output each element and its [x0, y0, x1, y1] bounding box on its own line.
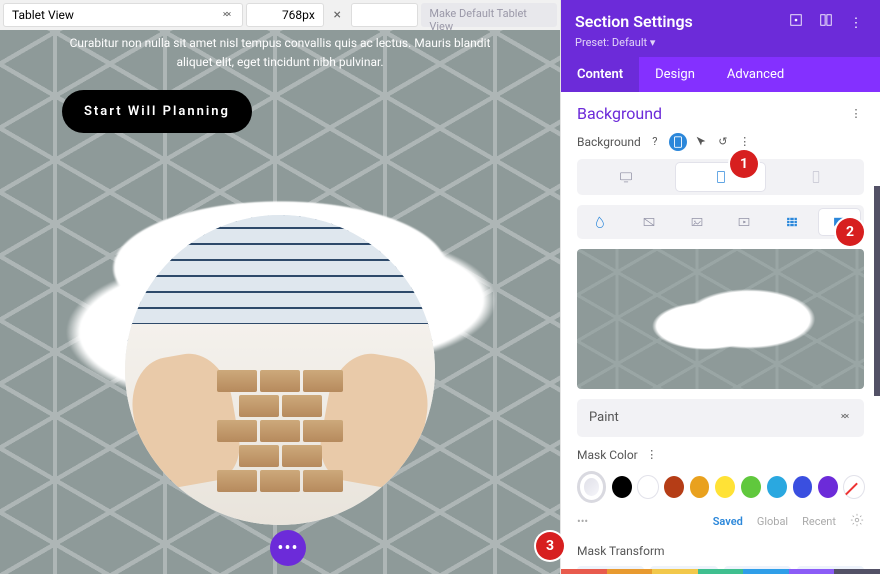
- swatch[interactable]: [818, 476, 838, 498]
- options-kebab-icon[interactable]: ⋮: [737, 134, 753, 150]
- panel-title: Section Settings: [575, 12, 693, 31]
- annotation-2: 2: [836, 218, 864, 246]
- make-default-button[interactable]: Make Default Tablet View: [421, 3, 557, 27]
- palette-gear-icon[interactable]: [850, 513, 864, 530]
- view-mode-select[interactable]: Tablet View: [3, 3, 243, 27]
- swatch[interactable]: [638, 476, 658, 498]
- annotation-1: 1: [730, 150, 758, 178]
- hero-image: [125, 215, 435, 525]
- mask-color-kebab-icon[interactable]: ⋮: [644, 447, 660, 463]
- chevron-down-icon: ▾: [650, 36, 656, 49]
- dimension-times-icon: ×: [324, 0, 351, 30]
- expand-icon[interactable]: [786, 10, 806, 30]
- canvas-topbar: Tablet View 768px × Make Default Tablet …: [0, 0, 560, 30]
- device-phone[interactable]: [771, 163, 860, 191]
- panel-bottom-colorstrip: [561, 569, 880, 574]
- background-label: Background: [577, 135, 641, 149]
- reset-icon[interactable]: ↺: [715, 134, 731, 150]
- background-type-segment: [577, 205, 864, 239]
- bg-type-pattern[interactable]: [771, 209, 813, 235]
- annotation-3: 3: [536, 532, 564, 560]
- palette-recent[interactable]: Recent: [802, 515, 836, 528]
- viewport-height-input[interactable]: [351, 3, 419, 27]
- hero-paragraph: Curabitur non nulla sit amet nisl tempus…: [60, 34, 500, 72]
- palette-more-icon[interactable]: •••: [577, 515, 588, 528]
- viewport-width-input[interactable]: 768px: [246, 3, 324, 27]
- color-swatches: [577, 471, 864, 503]
- preset-selector[interactable]: Preset: Default ▾: [575, 36, 866, 49]
- view-mode-label: Tablet View: [12, 8, 74, 22]
- responsive-icon[interactable]: [669, 133, 687, 151]
- hover-cursor-icon[interactable]: [693, 134, 709, 150]
- swatch[interactable]: [767, 476, 787, 498]
- select-caret-icon: [838, 409, 852, 427]
- bg-type-gradient[interactable]: [629, 209, 671, 235]
- palette-global[interactable]: Global: [757, 515, 788, 528]
- swatch[interactable]: [741, 476, 761, 498]
- section-kebab-icon[interactable]: ⋮: [848, 105, 864, 121]
- mask-transform-label: Mask Transform: [577, 544, 665, 558]
- bg-type-color[interactable]: [581, 209, 623, 235]
- dots-icon: •••: [277, 538, 298, 559]
- kebab-icon[interactable]: ⋮: [846, 14, 866, 34]
- section-background-title: Background: [577, 104, 662, 123]
- panel-tabs: Content Design Advanced: [561, 57, 880, 92]
- builder-canvas: Tablet View 768px × Make Default Tablet …: [0, 0, 560, 574]
- add-section-fab[interactable]: •••: [270, 530, 306, 566]
- panel-scroll: Background ⋮ Background ? ↺ ⋮ Paint: [561, 92, 880, 574]
- swatch[interactable]: [690, 476, 710, 498]
- panel-header: Section Settings ⋮ Preset: Default ▾: [561, 0, 880, 57]
- mask-style-select[interactable]: Paint: [577, 399, 864, 437]
- palette-saved[interactable]: Saved: [713, 515, 743, 528]
- cta-button[interactable]: Start Will Planning: [62, 90, 252, 133]
- mask-color-label: Mask Color: [577, 448, 638, 462]
- bg-type-video[interactable]: [724, 209, 766, 235]
- device-segment: [577, 159, 864, 195]
- settings-panel: Section Settings ⋮ Preset: Default ▾ Con…: [560, 0, 880, 574]
- panel-scrollbar[interactable]: [874, 186, 880, 396]
- tab-design[interactable]: Design: [639, 57, 711, 92]
- background-preview[interactable]: [577, 249, 864, 389]
- tab-advanced[interactable]: Advanced: [711, 57, 800, 92]
- help-icon[interactable]: ?: [647, 134, 663, 150]
- swatch[interactable]: [612, 476, 632, 498]
- tab-content[interactable]: Content: [561, 57, 639, 92]
- caret-icon: [220, 7, 234, 24]
- bg-type-image[interactable]: [676, 209, 718, 235]
- swatch[interactable]: [664, 476, 684, 498]
- swatch-current[interactable]: [577, 471, 606, 503]
- device-desktop[interactable]: [581, 163, 670, 191]
- columns-icon[interactable]: [816, 10, 836, 30]
- swatch[interactable]: [793, 476, 813, 498]
- swatch[interactable]: [715, 476, 735, 498]
- swatch-none[interactable]: [844, 476, 864, 498]
